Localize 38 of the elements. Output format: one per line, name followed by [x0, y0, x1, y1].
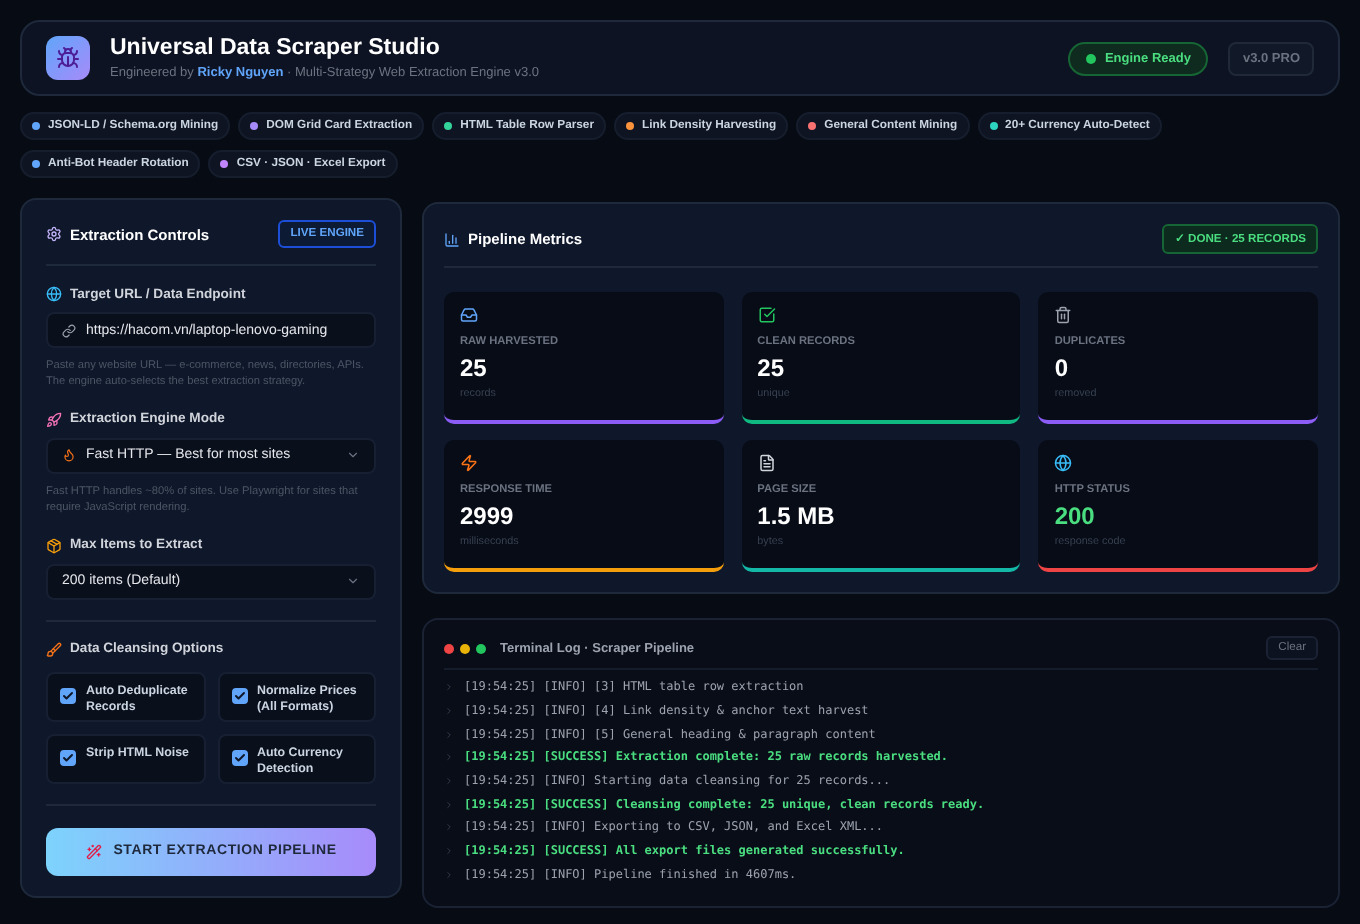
chevron-right-icon: [444, 799, 454, 810]
wand-icon: [85, 843, 102, 860]
settings-icon: [46, 226, 62, 242]
chevron-right-icon: [444, 706, 454, 717]
trash-icon: [1054, 306, 1073, 324]
checkbox[interactable]: [60, 687, 76, 704]
metric-value: 0: [1054, 354, 1071, 382]
checkbox[interactable]: [231, 749, 247, 766]
lightning-icon: [460, 454, 478, 472]
brush-icon: [46, 641, 62, 658]
inbox-icon: [460, 306, 478, 324]
flame-icon: [62, 448, 76, 463]
chevron-right-icon: [444, 752, 454, 763]
package-icon: [46, 537, 62, 554]
metric-value: 25: [757, 354, 787, 382]
rocket-icon: [46, 411, 62, 428]
chevron-right-icon: [444, 869, 454, 880]
metric-value: 25: [460, 354, 489, 382]
app-title: Universal Data Scraper Studio: [110, 36, 442, 60]
chevron-right-icon: [444, 846, 454, 857]
link-icon: [62, 323, 76, 337]
metric-value: 2999: [460, 502, 516, 530]
chart-icon: [444, 231, 460, 247]
chevron-right-icon: [444, 729, 454, 740]
globe-icon: [46, 286, 62, 302]
chevron-right-icon: [444, 776, 454, 787]
checkbox[interactable]: [231, 687, 247, 704]
bug-logo-icon: [46, 36, 90, 80]
checkbox-icon: [757, 306, 776, 324]
globe-icon: [1054, 454, 1073, 472]
checkbox[interactable]: [60, 749, 76, 766]
chevron-down-icon: [346, 448, 360, 463]
chevron-right-icon: [444, 682, 454, 693]
metric-value: 1.5 MB: [757, 502, 837, 530]
chevron-right-icon: [444, 822, 454, 833]
metric-value: 200: [1054, 502, 1097, 530]
chevron-down-icon: [346, 574, 360, 589]
document-icon: [757, 454, 776, 472]
